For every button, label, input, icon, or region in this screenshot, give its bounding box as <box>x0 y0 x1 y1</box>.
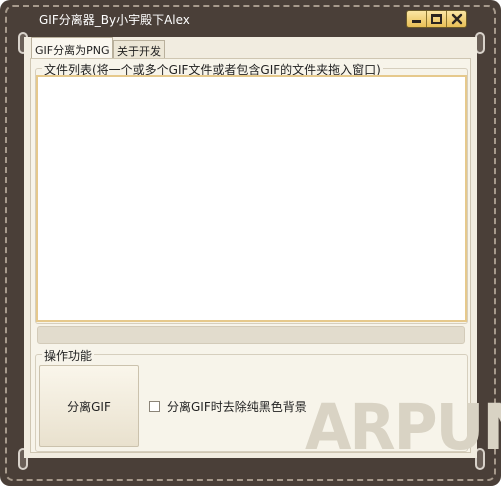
split-gif-button[interactable]: 分离GIF <box>39 365 139 447</box>
app-window: GIF分离器_By小宇殿下Alex GIF分离为PNG 关于开发 文件列表(将一… <box>0 0 501 486</box>
minimize-button[interactable] <box>407 11 427 27</box>
window-title: GIF分离器_By小宇殿下Alex <box>39 13 190 27</box>
maximize-button[interactable] <box>427 11 447 27</box>
remove-black-bg-option[interactable]: 分离GIF时去除纯黑色背景 <box>149 398 307 415</box>
operations-legend: 操作功能 <box>42 347 95 364</box>
close-icon <box>447 11 466 27</box>
file-list[interactable] <box>36 75 467 322</box>
minimize-icon <box>412 20 421 23</box>
tab-about[interactable]: 关于开发 <box>113 40 165 58</box>
watermark-logo: ARPUN <box>305 391 501 465</box>
remove-black-bg-checkbox[interactable] <box>149 401 160 412</box>
window-controls <box>406 10 467 28</box>
title-bar[interactable]: GIF分离器_By小宇殿下Alex <box>0 0 501 36</box>
remove-black-bg-label: 分离GIF时去除纯黑色背景 <box>167 400 307 414</box>
progress-bar <box>37 326 465 344</box>
tab-split-gif[interactable]: GIF分离为PNG <box>31 37 114 58</box>
maximize-icon <box>431 14 442 24</box>
close-button[interactable] <box>447 11 466 27</box>
